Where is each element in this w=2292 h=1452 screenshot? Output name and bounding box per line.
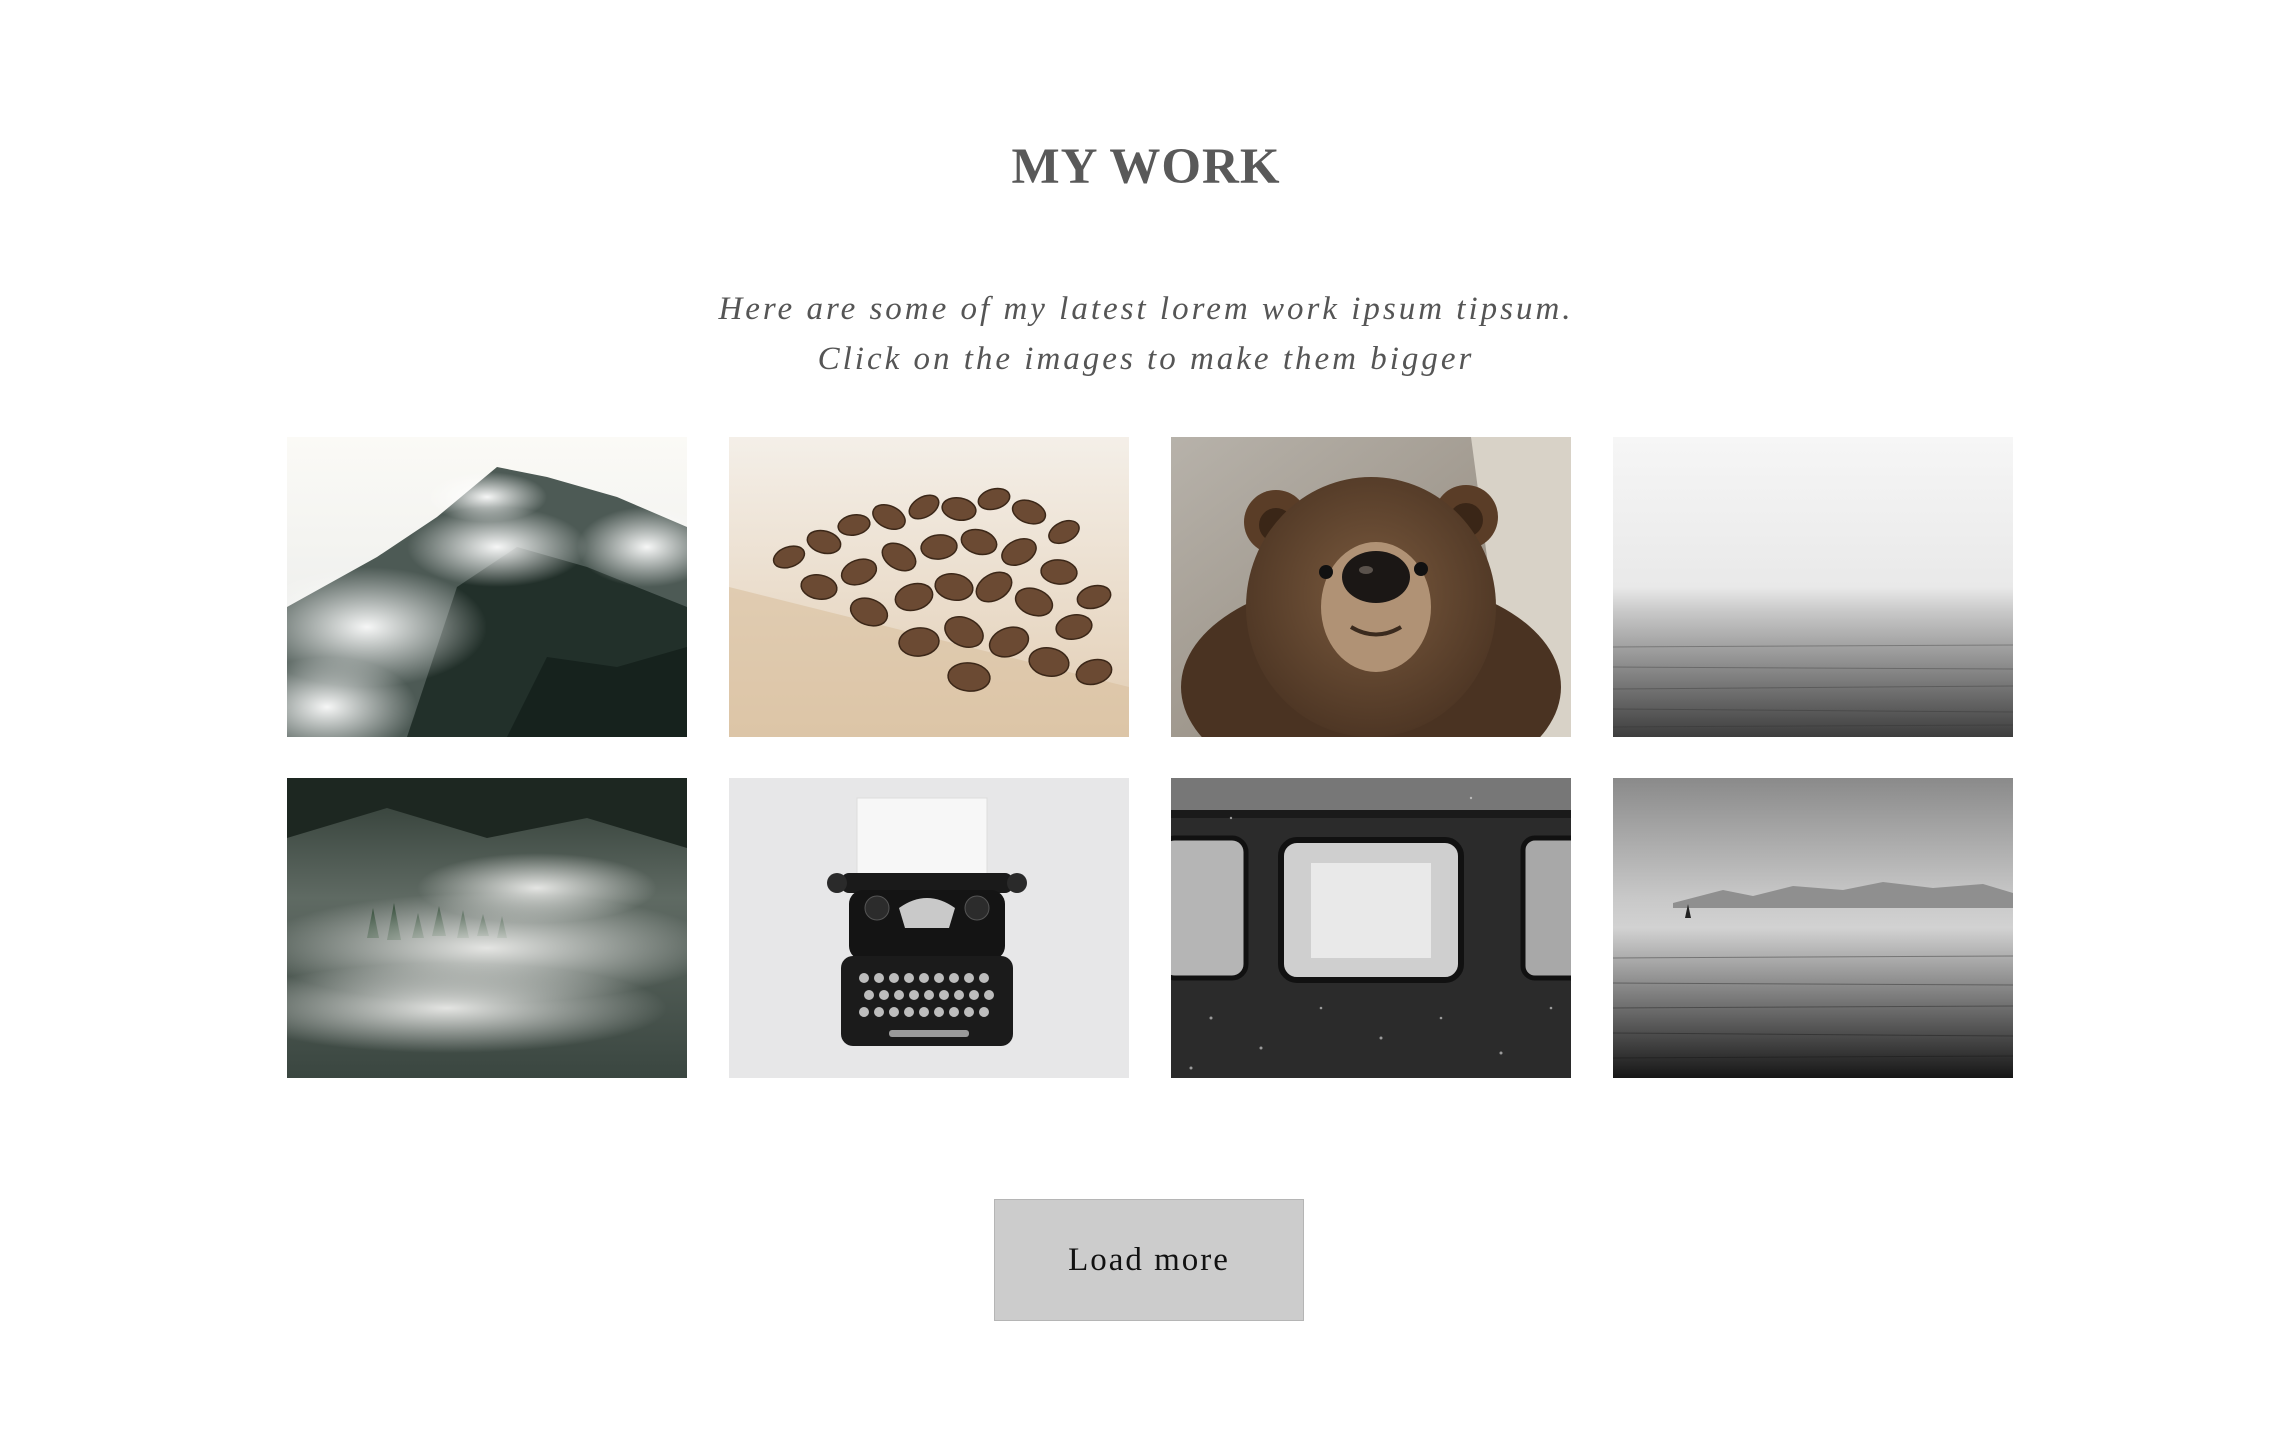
gallery-image-sea-with-sailboat[interactable]	[1613, 778, 2013, 1078]
subtitle-line-2: Click on the images to make them bigger	[817, 341, 1475, 377]
gallery-grid	[287, 437, 2013, 1078]
gallery-image-train-windows[interactable]	[1171, 778, 1571, 1078]
misty-mountain-image	[287, 437, 687, 737]
gallery-image-brown-bear[interactable]	[1171, 437, 1571, 737]
foggy-forest-image	[287, 778, 687, 1078]
gallery-image-foggy-forest[interactable]	[287, 778, 687, 1078]
gallery-image-coffee-beans[interactable]	[729, 437, 1129, 737]
section-title: MY WORK	[1011, 139, 1281, 195]
train-windows-image	[1171, 778, 1571, 1078]
brown-bear-image	[1171, 437, 1571, 737]
gallery-image-typewriter[interactable]	[729, 778, 1129, 1078]
sea-with-sailboat-image	[1613, 778, 2013, 1078]
section-subtitle: Here are some of my latest lorem work ip…	[0, 284, 2292, 384]
load-more-button[interactable]: Load more	[994, 1199, 1304, 1321]
coffee-beans-image	[729, 437, 1129, 737]
subtitle-line-1: Here are some of my latest lorem work ip…	[718, 291, 1574, 327]
gallery-image-misty-mountain[interactable]	[287, 437, 687, 737]
typewriter-image	[729, 778, 1129, 1078]
foggy-sea-image	[1613, 437, 2013, 737]
my-work-section: MY WORK Here are some of my latest lorem…	[0, 0, 2292, 1452]
gallery-image-foggy-sea[interactable]	[1613, 437, 2013, 737]
